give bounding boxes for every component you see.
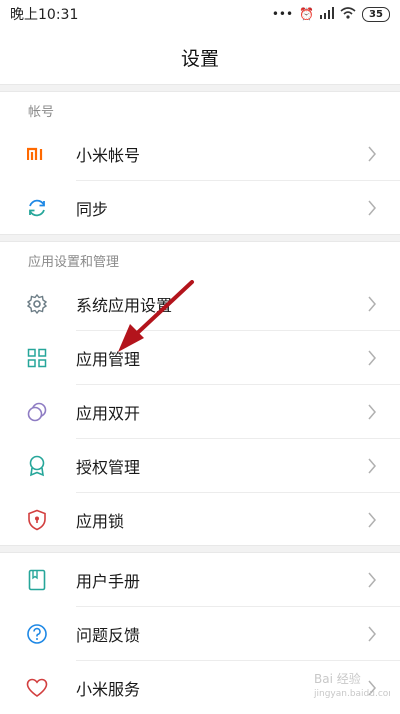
settings-item-label: 应用双开 <box>76 403 141 423</box>
settings-item-app-management[interactable]: 应用管理 <box>0 331 400 384</box>
chevron-right-icon <box>368 200 376 216</box>
chevron-right-icon <box>368 512 376 528</box>
chevron-right-icon <box>368 350 376 366</box>
chevron-right-icon <box>368 296 376 312</box>
chevron-right-icon <box>368 146 376 162</box>
settings-item-label: 问题反馈 <box>76 625 141 645</box>
settings-item-permissions[interactable]: 授权管理 <box>0 439 400 492</box>
svg-text:jingyan.baidu.com: jingyan.baidu.com <box>313 689 390 699</box>
chevron-right-icon <box>368 458 376 474</box>
signal-icon <box>320 6 334 22</box>
settings-item-app-lock[interactable]: 应用锁 <box>0 493 400 546</box>
chevron-right-icon <box>368 626 376 642</box>
settings-item-user-manual[interactable]: 用户手册 <box>0 553 400 606</box>
wifi-icon <box>340 6 356 22</box>
annotation-arrow-icon <box>118 280 194 352</box>
settings-item-label: 同步 <box>76 199 109 219</box>
question-icon <box>26 623 48 645</box>
chevron-right-icon <box>368 404 376 420</box>
settings-item-label: 用户手册 <box>76 571 141 591</box>
chevron-right-icon <box>368 572 376 588</box>
settings-item-label: 应用锁 <box>76 511 125 531</box>
shield-lock-icon <box>26 509 48 531</box>
status-icons: ••• ⏰ 35 <box>271 6 390 22</box>
section-title-app-management: 应用设置和管理 <box>28 255 120 270</box>
settings-item-feedback[interactable]: 问题反馈 <box>0 607 400 660</box>
mi-logo-icon <box>26 143 48 165</box>
settings-item-system-app-settings[interactable]: 系统应用设置 <box>0 277 400 330</box>
battery-icon: 35 <box>362 6 390 22</box>
heart-icon <box>26 677 48 699</box>
more-dots-icon: ••• <box>271 7 294 21</box>
dual-circle-icon <box>26 401 48 423</box>
badge-icon <box>26 455 48 477</box>
section-title-account: 帐号 <box>28 105 55 120</box>
sync-icon <box>26 197 48 219</box>
settings-item-mi-account[interactable]: 小米帐号 <box>0 127 400 180</box>
gear-icon <box>26 293 48 315</box>
alarm-icon: ⏰ <box>299 7 314 21</box>
settings-item-dual-apps[interactable]: 应用双开 <box>0 385 400 438</box>
watermark-logo: Bai 经验 jingyan.baidu.com <box>310 670 397 703</box>
section-gap <box>0 545 400 553</box>
page-title: 设置 <box>180 47 219 70</box>
section-gap <box>0 84 400 92</box>
settings-item-sync[interactable]: 同步 <box>0 181 400 234</box>
status-time: 晚上10:31 <box>10 7 79 23</box>
settings-item-label: 授权管理 <box>76 457 141 477</box>
settings-item-label: 小米帐号 <box>76 145 141 165</box>
section-gap <box>0 234 400 242</box>
settings-item-label: 小米服务 <box>76 679 141 699</box>
svg-text:Bai 经验: Bai 经验 <box>314 671 361 686</box>
status-bar: 晚上10:31 ••• ⏰ 35 <box>0 0 400 28</box>
grid-icon <box>26 347 48 369</box>
book-icon <box>26 569 48 591</box>
